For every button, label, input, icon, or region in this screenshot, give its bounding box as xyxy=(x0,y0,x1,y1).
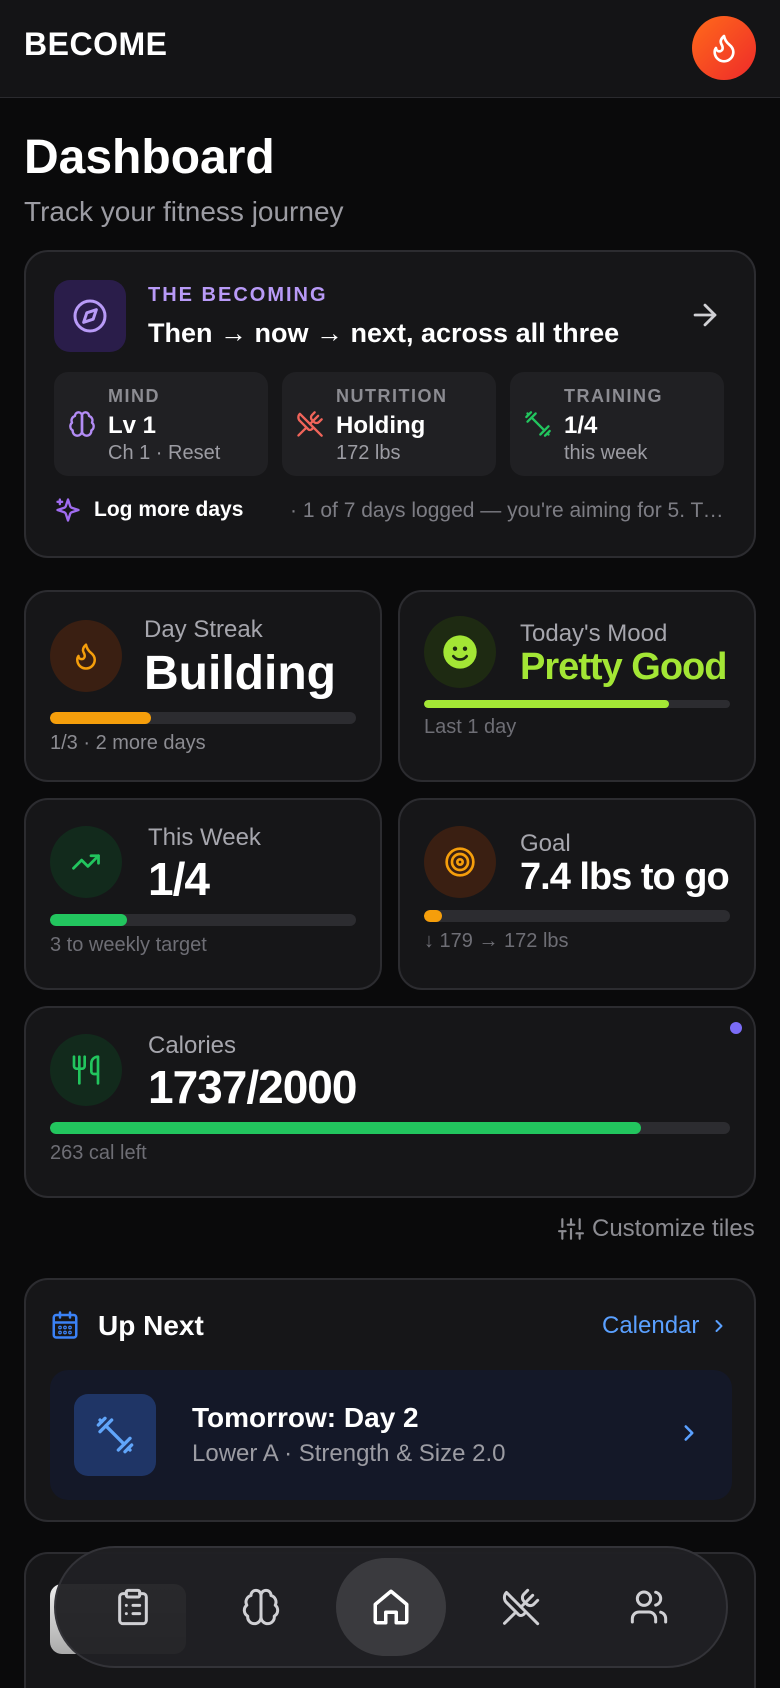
trending-up-icon-circle xyxy=(50,826,122,898)
tile-footer: Last 1 day xyxy=(424,716,517,738)
pillar-label: NUTRITION xyxy=(336,386,448,406)
up-next-title: Up Next xyxy=(98,1310,204,1341)
target-icon-circle xyxy=(424,826,496,898)
flame-icon-circle xyxy=(50,620,122,692)
up-next-workout-item[interactable]: Tomorrow: Day 2 Lower A · Strength & Siz… xyxy=(50,1370,732,1500)
calories-progress-bar xyxy=(50,1122,730,1134)
log-title: Log more days xyxy=(94,498,244,521)
pillar-sub: Ch 1 · Reset xyxy=(108,442,221,464)
flame-icon xyxy=(76,643,96,670)
goal-progress-fill xyxy=(424,910,443,922)
tile-label: Calories xyxy=(148,1032,237,1059)
bottom-nav xyxy=(54,1546,728,1668)
week-progress-bar xyxy=(50,914,356,926)
chevron-right-icon xyxy=(715,1320,723,1332)
new-indicator-dot xyxy=(730,1022,742,1034)
becoming-card[interactable]: THE BECOMING Then → now → next, across a… xyxy=(24,250,756,558)
up-next-card: Up Next Calendar Tomorrow: Day 2 Lower A… xyxy=(24,1278,756,1522)
dumbbell-icon xyxy=(524,410,552,443)
sparkles-icon xyxy=(54,496,82,526)
tile-footer: ↓ 179 → 172 lbs xyxy=(424,930,569,952)
utensils-crossed-icon xyxy=(296,410,324,443)
streak-progress-bar xyxy=(50,712,356,724)
mood-progress-bar xyxy=(424,700,730,708)
nav-mind[interactable] xyxy=(206,1558,316,1656)
nav-log[interactable] xyxy=(78,1558,188,1656)
calories-progress-fill xyxy=(50,1122,641,1134)
pillar-value: Lv 1 xyxy=(108,412,157,439)
pillar-mind[interactable]: MIND Lv 1 Ch 1 · Reset xyxy=(54,372,268,476)
pillar-sub: 172 lbs xyxy=(336,442,401,464)
trending-up-icon xyxy=(72,854,100,870)
pillar-value: 1/4 xyxy=(564,412,598,439)
tile-value: 1737/2000 xyxy=(148,1061,357,1113)
customize-label: Customize tiles xyxy=(592,1215,755,1242)
tile-label: This Week xyxy=(148,824,261,851)
tile-day-streak[interactable]: Day Streak Building 1/3 · 2 more days xyxy=(24,590,382,782)
workout-subtitle: Lower A · Strength & Size 2.0 xyxy=(192,1440,506,1467)
workout-title: Tomorrow: Day 2 xyxy=(192,1402,419,1433)
calendar-icon xyxy=(50,1310,80,1345)
clipboard-icon xyxy=(118,1588,148,1626)
tile-calories[interactable]: Calories 1737/2000 263 cal left xyxy=(24,1006,756,1198)
pillar-sub: this week xyxy=(564,442,648,464)
streak-progress-fill xyxy=(50,712,151,724)
pillar-value: Holding xyxy=(336,412,426,439)
streak-avatar-button[interactable] xyxy=(692,16,756,80)
tile-label: Goal xyxy=(520,830,571,857)
pillar-label: MIND xyxy=(108,386,160,406)
pillar-label: TRAINING xyxy=(564,386,663,406)
compass-icon xyxy=(73,299,107,333)
utensils-crossed-icon xyxy=(502,1588,540,1626)
chevron-right-icon xyxy=(676,1420,702,1451)
pillar-nutrition[interactable]: NUTRITION Holding 172 lbs xyxy=(282,372,496,476)
week-progress-fill xyxy=(50,914,127,926)
tile-goal[interactable]: Goal 7.4 lbs to go ↓ 179 → 172 lbs xyxy=(398,798,756,990)
top-bar: BECOME xyxy=(0,0,780,98)
smiley-icon xyxy=(443,635,477,669)
page-title: Dashboard xyxy=(24,131,275,184)
nav-home[interactable] xyxy=(336,1558,446,1656)
brain-icon xyxy=(242,1588,280,1626)
utensils-icon xyxy=(72,1055,100,1085)
mood-progress-fill xyxy=(424,700,669,708)
page-subtitle: Track your fitness journey xyxy=(24,196,344,227)
tile-label: Day Streak xyxy=(144,616,263,643)
log-more-days-row[interactable]: Log more days · 1 of 7 days logged — you… xyxy=(54,496,730,526)
users-icon xyxy=(630,1590,668,1624)
tile-this-week[interactable]: This Week 1/4 3 to weekly target xyxy=(24,798,382,990)
tile-footer: 1/3 · 2 more days xyxy=(50,732,206,754)
tile-value: 1/4 xyxy=(148,853,210,905)
tile-footer: 263 cal left xyxy=(50,1142,147,1164)
smiley-icon-circle xyxy=(424,616,496,688)
home-icon xyxy=(373,1589,409,1625)
dumbbell-icon-box xyxy=(74,1394,156,1476)
app-brand: BECOME xyxy=(24,26,168,62)
target-icon xyxy=(445,847,475,877)
tile-value: Pretty Good xyxy=(520,646,727,688)
tile-value: 7.4 lbs to go xyxy=(520,856,730,898)
tile-value: Building xyxy=(144,647,336,700)
dumbbell-icon xyxy=(96,1416,134,1454)
becoming-eyebrow: THE BECOMING xyxy=(148,284,328,306)
goal-progress-bar xyxy=(424,910,730,922)
calendar-link-label: Calendar xyxy=(602,1312,700,1339)
calendar-link[interactable]: Calendar xyxy=(602,1312,729,1340)
log-detail: · 1 of 7 days logged — you're aiming for… xyxy=(290,499,730,522)
customize-tiles-button[interactable]: Customize tiles xyxy=(558,1212,755,1246)
flame-icon xyxy=(713,34,735,63)
tile-footer: 3 to weekly target xyxy=(50,934,207,956)
arrow-right-icon[interactable] xyxy=(688,298,722,337)
utensils-icon-circle xyxy=(50,1034,122,1106)
brain-icon xyxy=(68,410,96,443)
becoming-headline: Then → now → next, across all three xyxy=(148,318,620,348)
sliders-icon xyxy=(558,1218,584,1240)
compass-icon-box xyxy=(54,280,126,352)
tile-todays-mood[interactable]: Today's Mood Pretty Good Last 1 day xyxy=(398,590,756,782)
nav-nutrition[interactable] xyxy=(466,1558,576,1656)
pillar-training[interactable]: TRAINING 1/4 this week xyxy=(510,372,724,476)
nav-community[interactable] xyxy=(594,1558,704,1656)
tile-label: Today's Mood xyxy=(520,620,668,647)
